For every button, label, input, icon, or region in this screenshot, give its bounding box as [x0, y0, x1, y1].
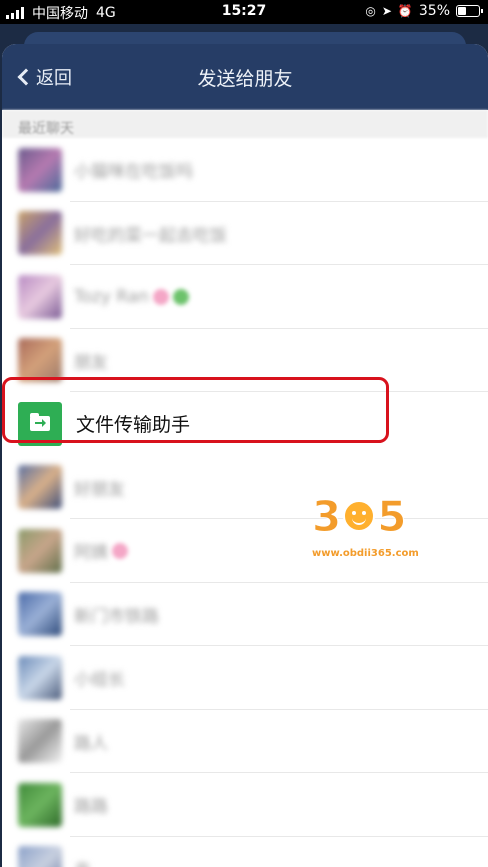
watermark-logo: 3 5 www.obdii365.com [311, 492, 418, 564]
contact-row[interactable]: 好朋友 [2, 456, 488, 520]
contact-name: 路人 [74, 733, 108, 754]
folder-icon [30, 413, 50, 432]
contact-name: 好吃的菜一起去吃饭 [74, 225, 227, 246]
contact-row[interactable]: 路路 [2, 773, 488, 837]
battery-percent: 35% [418, 3, 450, 19]
contact-row[interactable]: Tozy Ran [2, 265, 488, 329]
watermark-digits: 3 5 [311, 492, 407, 541]
page-title: 发送给朋友 [197, 68, 293, 90]
nav-bar: 返回 发送给朋友 [2, 44, 488, 110]
watermark-digit: 5 [377, 492, 407, 541]
avatar [18, 719, 62, 764]
contact-row[interactable]: 路人 [2, 710, 488, 774]
emoji-icon [172, 288, 189, 305]
rotation-lock-icon: ◎ [365, 4, 376, 18]
avatar [18, 338, 62, 383]
contact-name: 阿姨 [74, 543, 108, 564]
contact-row[interactable]: 小猫咪在吃饭吗 [2, 138, 488, 202]
avatar [18, 592, 62, 637]
contact-name: 小组长 [74, 670, 125, 691]
contact-name: 好朋友 [74, 479, 125, 500]
contact-row[interactable]: 朋友 [2, 329, 488, 393]
avatar [18, 211, 62, 256]
battery-icon [456, 5, 483, 17]
avatar [18, 655, 62, 700]
contact-name: 亲 [74, 856, 91, 867]
contact-name: 文件传输助手 [76, 414, 191, 437]
contact-row[interactable]: 小组长 [2, 646, 488, 710]
avatar [18, 147, 62, 192]
contact-name: 朋友 [74, 352, 108, 373]
alarm-icon: ⏰ [397, 4, 413, 18]
contact-name: 小猫咪在吃饭吗 [74, 162, 193, 183]
avatar [18, 274, 62, 319]
avatar [18, 465, 62, 510]
status-icons: ◎ ➤ ⏰ 35% [365, 3, 483, 19]
contact-name: Tozy Ran [74, 286, 149, 307]
section-header-recent: 最近聊天 [2, 110, 488, 138]
file-transfer-avatar [18, 401, 62, 446]
file-transfer-row[interactable]: 文件传输助手 [2, 392, 488, 456]
contact-list: 小猫咪在吃饭吗 好吃的菜一起去吃饭 Tozy Ran 朋友 文件传输助手 好朋友 [2, 138, 488, 867]
contact-row[interactable]: 亲 [2, 837, 488, 867]
avatar [18, 528, 62, 573]
watermark-url: www.obdii365.com [312, 548, 419, 559]
contact-row[interactable]: 新门市铁路 [2, 583, 488, 647]
location-icon: ➤ [381, 4, 392, 18]
contact-row[interactable]: 好吃的菜一起去吃饭 [2, 202, 488, 266]
smiley-icon [343, 500, 376, 532]
share-sheet: 返回 发送给朋友 最近聊天 小猫咪在吃饭吗 好吃的菜一起去吃饭 Tozy Ran… [2, 44, 488, 867]
watermark-digit: 3 [311, 492, 342, 541]
status-bar: 中国移动 4G 15:27 ◎ ➤ ⏰ 35% [0, 0, 488, 24]
emoji-icon [112, 542, 128, 559]
emoji-icon [152, 288, 169, 305]
contact-name: 新门市铁路 [74, 606, 159, 627]
avatar [18, 846, 62, 867]
contact-name: 路路 [74, 797, 108, 818]
avatar [18, 782, 62, 827]
